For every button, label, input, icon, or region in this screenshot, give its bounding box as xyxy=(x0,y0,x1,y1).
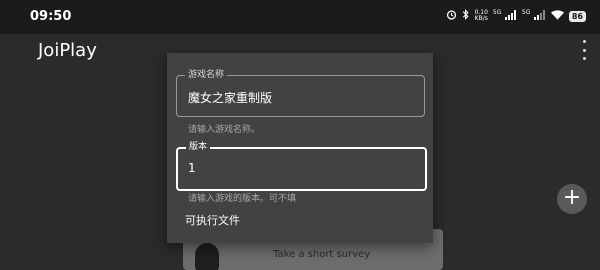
wifi-icon xyxy=(550,9,564,23)
signal-icon: 5G xyxy=(493,9,517,23)
status-icons: 0.10 KB/s 5G 5G 86 xyxy=(446,9,586,23)
plus-icon: + xyxy=(562,185,582,210)
version-field[interactable]: 版本 1 xyxy=(176,140,427,191)
signal-icon: 5G xyxy=(522,9,546,23)
status-time: 09:50 xyxy=(30,9,72,24)
executable-file-label[interactable]: 可执行文件 xyxy=(185,212,240,228)
bluetooth-icon xyxy=(462,9,470,23)
version-input[interactable]: 1 xyxy=(188,161,196,175)
add-game-dialog: 游戏名称 魔女之家重制版 请输入游戏名称。 版本 1 请输入游戏的版本。可不填 … xyxy=(167,53,433,243)
app-title: JoiPlay xyxy=(38,40,97,61)
screen: 09:50 0.10 KB/s 5G 5G 86 JoiPlay + Take … xyxy=(0,0,600,270)
add-game-button[interactable]: + xyxy=(557,184,587,214)
survey-illustration xyxy=(195,243,219,270)
game-name-field[interactable]: 游戏名称 魔女之家重制版 xyxy=(176,68,425,117)
more-vert-icon[interactable] xyxy=(578,40,590,60)
alarm-icon xyxy=(446,9,457,23)
version-helper: 请输入游戏的版本。可不填 xyxy=(188,194,297,204)
battery-icon: 86 xyxy=(568,10,586,22)
survey-text: Take a short survey xyxy=(273,249,371,260)
game-name-label: 游戏名称 xyxy=(185,68,228,82)
net-speed: 0.10 KB/s xyxy=(474,9,488,22)
game-name-input[interactable]: 魔女之家重制版 xyxy=(188,89,272,106)
game-name-helper: 请输入游戏名称。 xyxy=(188,125,261,135)
version-label: 版本 xyxy=(186,140,211,154)
status-bar: 09:50 0.10 KB/s 5G 5G 86 xyxy=(0,0,600,34)
